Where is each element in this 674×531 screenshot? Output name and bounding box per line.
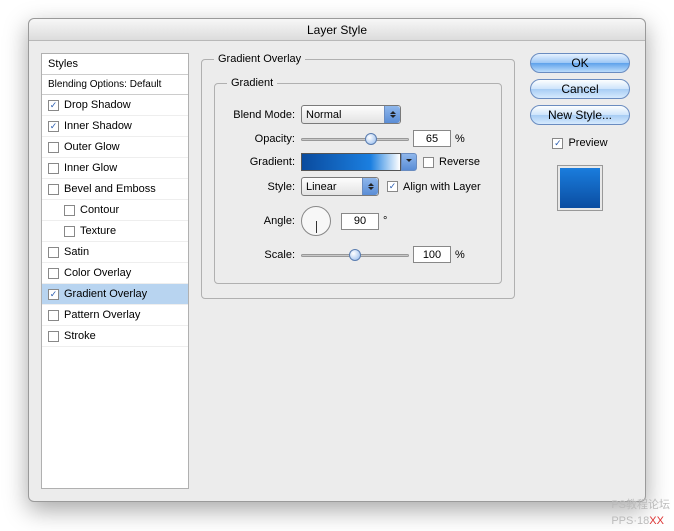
opacity-slider[interactable] <box>301 132 409 146</box>
style-item-color-overlay[interactable]: Color Overlay <box>42 263 188 284</box>
preview-label: Preview <box>568 137 607 149</box>
reverse-label: Reverse <box>439 156 480 168</box>
style-item-stroke[interactable]: Stroke <box>42 326 188 347</box>
style-item-pattern-overlay[interactable]: Pattern Overlay <box>42 305 188 326</box>
style-item-label: Drop Shadow <box>64 99 131 111</box>
opacity-label: Opacity: <box>227 133 301 145</box>
style-checkbox[interactable] <box>48 247 59 258</box>
style-item-label: Outer Glow <box>64 141 120 153</box>
style-item-label: Pattern Overlay <box>64 309 140 321</box>
gradient-overlay-group: Gradient Overlay Gradient Blend Mode: No… <box>201 53 515 299</box>
ok-button[interactable]: OK <box>530 53 630 73</box>
style-checkbox[interactable] <box>48 163 59 174</box>
style-item-label: Bevel and Emboss <box>64 183 156 195</box>
preview-swatch <box>557 165 603 211</box>
preview-checkbox[interactable] <box>552 138 563 149</box>
style-checkbox[interactable] <box>48 121 59 132</box>
blend-mode-label: Blend Mode: <box>227 109 301 121</box>
style-item-gradient-overlay[interactable]: Gradient Overlay <box>42 284 188 305</box>
align-label: Align with Layer <box>403 181 481 193</box>
styles-header[interactable]: Styles <box>42 54 188 75</box>
chevron-updown-icon <box>384 106 400 123</box>
style-item-label: Satin <box>64 246 89 258</box>
gradient-picker[interactable] <box>301 153 401 171</box>
style-checkbox[interactable] <box>48 268 59 279</box>
style-item-bevel-and-emboss[interactable]: Bevel and Emboss <box>42 179 188 200</box>
angle-label: Angle: <box>227 215 301 227</box>
gradient-label: Gradient: <box>227 156 301 168</box>
style-item-label: Inner Shadow <box>64 120 132 132</box>
style-item-outer-glow[interactable]: Outer Glow <box>42 137 188 158</box>
style-item-label: Gradient Overlay <box>64 288 147 300</box>
style-item-label: Color Overlay <box>64 267 131 279</box>
style-item-label: Inner Glow <box>64 162 117 174</box>
style-checkbox[interactable] <box>48 289 59 300</box>
style-checkbox[interactable] <box>48 184 59 195</box>
panel-title: Gradient Overlay <box>214 53 305 65</box>
settings-panel: Gradient Overlay Gradient Blend Mode: No… <box>201 53 515 489</box>
style-item-drop-shadow[interactable]: Drop Shadow <box>42 95 188 116</box>
new-style-button[interactable]: New Style... <box>530 105 630 125</box>
angle-unit: ° <box>383 215 387 227</box>
style-checkbox[interactable] <box>48 310 59 321</box>
scale-slider[interactable] <box>301 248 409 262</box>
style-item-satin[interactable]: Satin <box>42 242 188 263</box>
chevron-down-icon <box>401 153 417 171</box>
button-column: OK Cancel New Style... Preview <box>527 53 633 489</box>
angle-input[interactable] <box>341 213 379 230</box>
style-item-label: Stroke <box>64 330 96 342</box>
angle-dial[interactable] <box>301 206 331 236</box>
style-checkbox[interactable] <box>48 100 59 111</box>
reverse-checkbox[interactable] <box>423 157 434 168</box>
style-checkbox[interactable] <box>48 331 59 342</box>
cancel-button[interactable]: Cancel <box>530 79 630 99</box>
opacity-input[interactable] <box>413 130 451 147</box>
panel-subtitle: Gradient <box>227 77 277 89</box>
style-label: Style: <box>227 181 301 193</box>
styles-list: Styles Blending Options: Default Drop Sh… <box>41 53 189 489</box>
chevron-updown-icon <box>362 178 378 195</box>
style-select[interactable]: Linear <box>301 177 379 196</box>
style-item-inner-shadow[interactable]: Inner Shadow <box>42 116 188 137</box>
scale-label: Scale: <box>227 249 301 261</box>
align-checkbox[interactable] <box>387 181 398 192</box>
scale-unit: % <box>455 249 465 261</box>
style-item-label: Texture <box>80 225 116 237</box>
style-checkbox[interactable] <box>64 205 75 216</box>
style-item-texture[interactable]: Texture <box>42 221 188 242</box>
blend-mode-select[interactable]: Normal <box>301 105 401 124</box>
watermark: PS教程论坛 PPS·18XX <box>611 496 670 529</box>
blending-options-row[interactable]: Blending Options: Default <box>42 75 188 95</box>
style-checkbox[interactable] <box>64 226 75 237</box>
gradient-group: Gradient Blend Mode: Normal Opacity: <box>214 77 502 284</box>
style-checkbox[interactable] <box>48 142 59 153</box>
style-item-label: Contour <box>80 204 119 216</box>
style-item-inner-glow[interactable]: Inner Glow <box>42 158 188 179</box>
style-item-contour[interactable]: Contour <box>42 200 188 221</box>
scale-input[interactable] <box>413 246 451 263</box>
opacity-unit: % <box>455 133 465 145</box>
dialog-title: Layer Style <box>29 19 645 41</box>
layer-style-dialog: Layer Style Styles Blending Options: Def… <box>28 18 646 502</box>
